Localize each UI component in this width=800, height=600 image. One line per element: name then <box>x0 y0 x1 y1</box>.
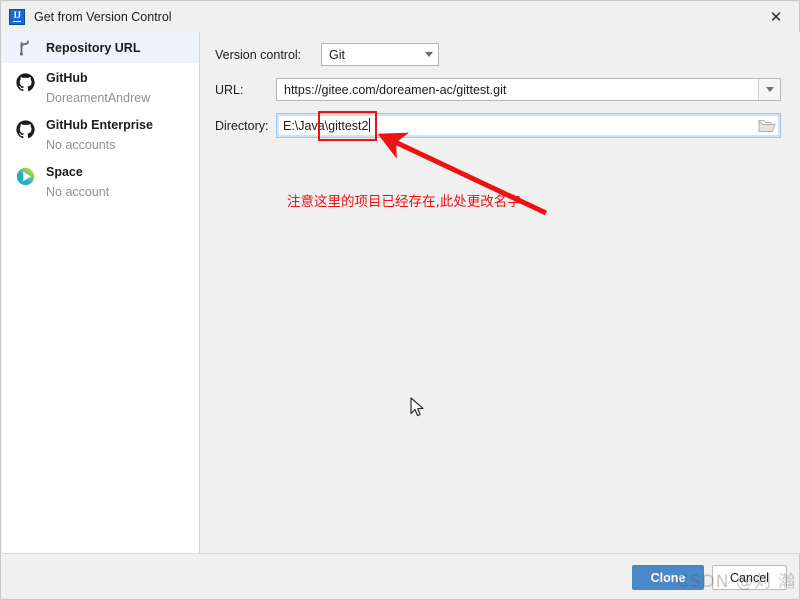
github-icon <box>14 118 36 140</box>
directory-highlighted-name: gittest2 <box>328 119 369 133</box>
sidebar-item-label: Space <box>46 165 83 179</box>
chevron-down-icon[interactable] <box>420 52 438 57</box>
url-input[interactable]: https://gitee.com/doreamen-ac/gittest.gi… <box>276 78 781 101</box>
version-control-label: Version control: <box>215 47 302 62</box>
directory-value: E:\Java\gittest2 <box>277 118 371 133</box>
url-value: https://gitee.com/doreamen-ac/gittest.gi… <box>284 82 507 97</box>
window-title: Get from Version Control <box>34 9 172 24</box>
sidebar-item-repository-url[interactable]: Repository URL <box>2 32 199 63</box>
directory-label: Directory: <box>215 118 269 133</box>
sidebar-item-github[interactable]: GitHub DoreamentAndrew <box>2 63 199 110</box>
close-icon[interactable]: ✕ <box>753 1 799 32</box>
cancel-button[interactable]: Cancel <box>712 565 787 590</box>
directory-row: Directory: E:\Java\gittest2 <box>215 113 781 138</box>
text-caret <box>369 118 371 132</box>
sidebar: Repository URL GitHub DoreamentAndrew Gi <box>2 32 200 553</box>
sidebar-item-label: GitHub Enterprise <box>46 118 153 132</box>
sidebar-item-sublabel: No accounts <box>46 138 116 152</box>
main-content: Version control: Git URL: https://gitee.… <box>200 32 800 553</box>
version-control-select[interactable]: Git <box>321 43 439 66</box>
sidebar-item-github-enterprise[interactable]: GitHub Enterprise No accounts <box>2 110 199 157</box>
title-bar: IJ Get from Version Control ✕ <box>1 1 799 32</box>
version-control-row: Version control: Git <box>215 43 439 66</box>
get-from-version-control-dialog: IJ Get from Version Control ✕ Repository… <box>0 0 800 600</box>
sidebar-item-label: Repository URL <box>46 40 141 55</box>
clone-button[interactable]: Clone <box>632 565 704 590</box>
url-label: URL: <box>215 82 244 97</box>
github-icon <box>14 71 36 93</box>
sidebar-item-sublabel: DoreamentAndrew <box>46 91 151 105</box>
intellij-idea-icon: IJ <box>9 8 25 25</box>
directory-input[interactable]: E:\Java\gittest2 <box>276 113 781 138</box>
sidebar-item-sublabel: No account <box>46 185 110 199</box>
branch-icon <box>14 37 36 59</box>
annotation-text: 注意这里的项目已经存在,此处更改名字 <box>287 194 521 210</box>
dialog-footer: Clone Cancel <box>2 553 799 599</box>
version-control-value: Git <box>329 47 345 62</box>
sidebar-item-space[interactable]: Space No account <box>2 157 199 204</box>
directory-prefix: E:\Java\ <box>283 119 329 133</box>
folder-open-icon[interactable] <box>758 118 776 133</box>
jetbrains-space-icon <box>14 165 36 187</box>
sidebar-item-label: GitHub <box>46 71 88 85</box>
chevron-down-icon[interactable] <box>758 79 780 100</box>
url-row: URL: https://gitee.com/doreamen-ac/gitte… <box>215 78 781 101</box>
